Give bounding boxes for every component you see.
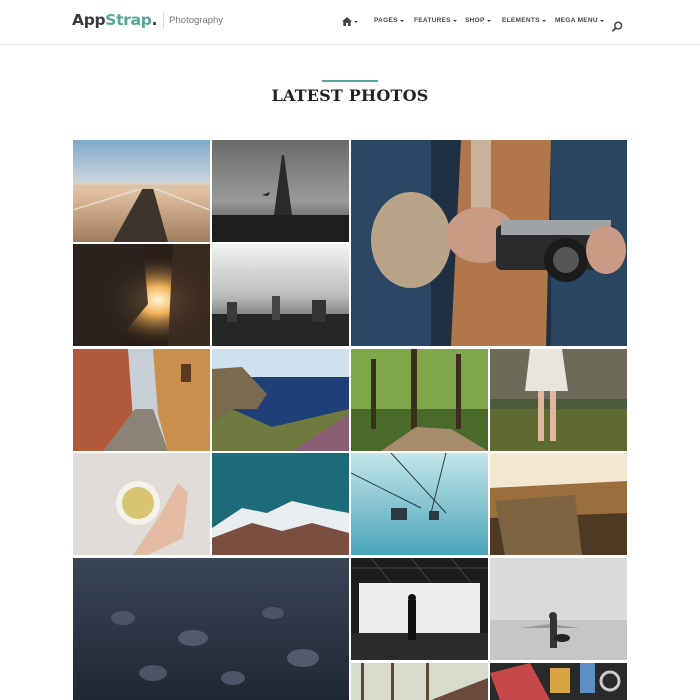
photo-tree-stump[interactable] bbox=[490, 453, 627, 555]
photo-hands-camera[interactable] bbox=[351, 140, 627, 346]
nav-item-mega-menu[interactable]: MEGA MENU bbox=[555, 17, 604, 24]
chevron-down-icon bbox=[541, 19, 546, 22]
photo-pier[interactable] bbox=[73, 140, 210, 242]
chevron-down-icon bbox=[452, 19, 457, 22]
nav-item-label: ELEMENTS bbox=[502, 17, 540, 24]
photo-tea-cup[interactable] bbox=[73, 453, 210, 555]
photo-sunset-street[interactable] bbox=[73, 244, 210, 346]
nav-item-label: MEGA MENU bbox=[555, 17, 598, 24]
chevron-down-icon bbox=[354, 20, 358, 23]
nav-item-shop[interactable]: SHOP bbox=[465, 17, 491, 24]
photo-woman-field[interactable] bbox=[490, 349, 627, 451]
photo-bike-locks[interactable] bbox=[490, 663, 627, 700]
site-header: AppStrap. Photography PAGES FEATURES SHO… bbox=[0, 0, 700, 45]
photo-window-silhouette[interactable] bbox=[351, 558, 488, 660]
section-title: LATEST PHOTOS bbox=[271, 86, 429, 105]
chevron-down-icon bbox=[599, 19, 604, 22]
photo-forest-road[interactable] bbox=[351, 349, 488, 451]
main-nav: PAGES FEATURES SHOP ELEMENTS MEGA MENU bbox=[0, 17, 700, 29]
photo-cable-car[interactable] bbox=[351, 453, 488, 555]
search-icon[interactable] bbox=[612, 17, 623, 32]
nav-item-elements[interactable]: ELEMENTS bbox=[502, 17, 546, 24]
photo-alley[interactable] bbox=[73, 349, 210, 451]
photo-eiffel-tower[interactable] bbox=[212, 140, 349, 242]
photo-river-stones[interactable] bbox=[73, 558, 349, 700]
photo-coast[interactable] bbox=[212, 349, 349, 451]
heading-accent-bar bbox=[322, 80, 378, 82]
nav-item-features[interactable]: FEATURES bbox=[414, 17, 457, 24]
chevron-down-icon bbox=[399, 19, 404, 22]
nav-item-label: PAGES bbox=[374, 17, 398, 24]
home-icon bbox=[342, 17, 352, 26]
nav-item-label: FEATURES bbox=[414, 17, 451, 24]
photo-bare-trees[interactable] bbox=[351, 663, 488, 700]
nav-home[interactable] bbox=[342, 17, 358, 26]
photo-beach-guitar[interactable] bbox=[490, 558, 627, 660]
photo-mountains[interactable] bbox=[212, 453, 349, 555]
nav-item-label: SHOP bbox=[465, 17, 485, 24]
photo-city-fog[interactable] bbox=[212, 244, 349, 346]
chevron-down-icon bbox=[486, 19, 491, 22]
nav-item-pages[interactable]: PAGES bbox=[374, 17, 404, 24]
